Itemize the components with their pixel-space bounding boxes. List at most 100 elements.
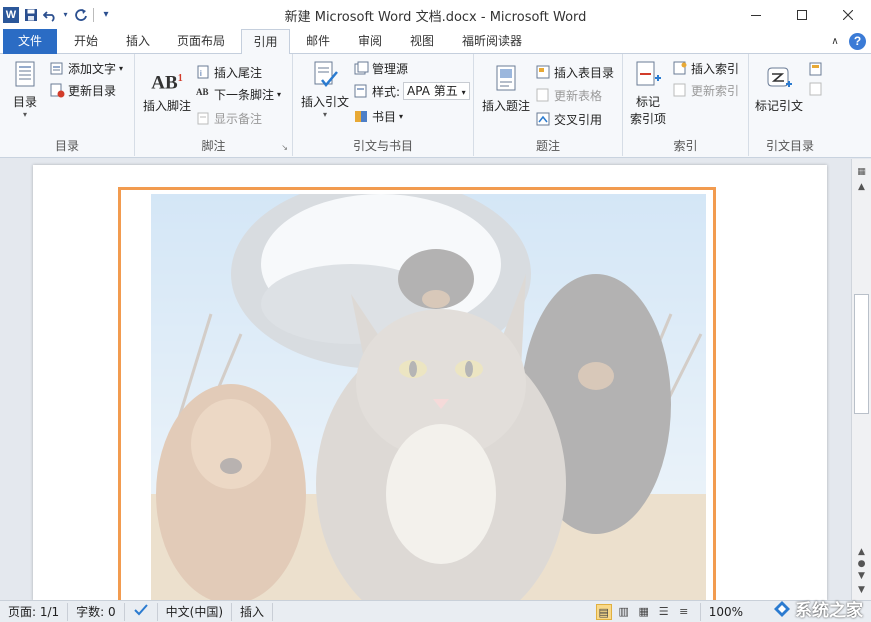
maximize-button[interactable] [779,0,825,29]
selected-picture-frame[interactable] [118,187,716,603]
reading-view-icon[interactable]: ▥ [616,604,632,620]
insert-citation-button[interactable]: 插入引文 ▾ [297,60,353,119]
insert-toa-button[interactable] [809,62,824,77]
proofing-icon[interactable] [125,602,158,621]
group-label-footnotes: 脚注 [201,139,226,153]
redo-icon[interactable] [74,8,88,22]
group-captions: 插入题注 插入表目录 更新表格 交叉引用 题注 [474,54,623,156]
tab-insert[interactable]: 插入 [116,29,160,54]
manage-sources-label: 管理源 [372,62,409,76]
print-layout-view-icon[interactable]: ▤ [595,603,612,620]
svg-text:i: i [200,69,202,78]
update-index-button[interactable]: 更新索引 [673,82,739,99]
insert-endnote-label: 插入尾注 [214,66,263,80]
references-ribbon: 目录 ▾ 添加文字 ▾ 更新目录 目录 AB1 插入脚注 i 插入尾注 AB 下… [0,54,871,158]
tab-page-layout[interactable]: 页面布局 [168,29,234,54]
manage-sources-icon [354,61,369,76]
save-icon[interactable] [24,8,38,22]
customize-toolbar-icon[interactable]: ▾ [99,8,113,22]
add-text-button[interactable]: 添加文字 ▾ [50,60,123,77]
show-notes-button[interactable]: 显示备注 [196,110,262,127]
ruler-toggle-icon[interactable]: ▦ [852,165,871,180]
insert-tof-label: 插入表目录 [554,66,615,80]
group-label-toc: 目录 [54,139,79,153]
scroll-thumb[interactable] [854,294,869,414]
insert-caption-button[interactable]: 插入题注 [478,64,534,114]
tab-file[interactable]: 文件 [3,29,57,54]
draft-view-icon[interactable]: ≡ [676,604,692,620]
insert-caption-icon [491,64,521,94]
update-toc-button[interactable]: 更新目录 [50,82,116,99]
insert-index-label: 插入索引 [691,62,740,76]
dialog-launcher-icon[interactable]: ↘ [281,143,288,152]
tab-foxit-reader[interactable]: 福昕阅读器 [452,29,532,54]
update-table-button[interactable]: 更新表格 [536,87,602,104]
ribbon-tabs: 文件 开始 插入 页面布局 引用 邮件 审阅 视图 福昕阅读器 ∧ ? [0,29,871,55]
cross-reference-icon [536,112,551,127]
tab-mailings[interactable]: 邮件 [296,29,340,54]
language-indicator[interactable]: 中文(中国) [158,602,233,621]
tab-view[interactable]: 视图 [400,29,444,54]
insert-index-button[interactable]: 插入索引 [673,60,739,77]
update-toc-icon [50,83,65,98]
undo-icon[interactable] [42,8,57,22]
update-toa-button[interactable] [809,82,824,97]
insert-mode-indicator[interactable]: 插入 [232,602,274,621]
group-label-toa: 引文目录 [765,139,814,153]
vertical-scrollbar[interactable]: ▦ ▲ ▲ ● ▼ ▼ [851,159,871,600]
scroll-up-icon[interactable]: ▲ [852,180,871,195]
insert-table-of-figures-button[interactable]: 插入表目录 [536,64,614,81]
mark-citation-button[interactable]: 标记引文 [753,64,805,114]
web-layout-view-icon[interactable]: ▦ [636,604,652,620]
group-label-citations: 引文与书目 [352,139,413,153]
show-notes-label: 显示备注 [214,112,263,126]
insert-citation-icon [310,60,340,90]
close-button[interactable] [825,0,871,29]
next-footnote-button[interactable]: AB 下一条脚注 ▾ [196,86,281,103]
inserted-photo-cat-and-dogs[interactable] [151,194,706,600]
update-toa-icon [809,82,824,97]
cross-reference-button[interactable]: 交叉引用 [536,111,602,128]
minimize-button[interactable] [733,0,779,29]
minimize-ribbon-icon[interactable]: ∧ [828,29,842,54]
style-select[interactable]: APA 第五 ▾ [403,82,470,100]
group-footnotes: AB1 插入脚注 i 插入尾注 AB 下一条脚注 ▾ 显示备注 脚注 ↘ [135,54,293,156]
add-text-label: 添加文字 [68,62,117,76]
footnote-icon: AB1 [151,72,183,94]
insert-caption-label: 插入题注 [481,99,530,113]
help-icon[interactable]: ? [849,33,866,50]
group-citations-bibliography: 插入引文 ▾ 管理源 样式: APA 第五 ▾ 书目 ▾ 引文与书目 [293,54,474,156]
undo-dropdown-icon[interactable]: ▾ [62,8,69,22]
update-index-label: 更新索引 [691,84,740,98]
next-page-icon[interactable]: ▼ [852,569,871,584]
endnote-icon: i [196,65,211,80]
cross-reference-label: 交叉引用 [554,113,603,127]
mark-entry-icon [633,60,663,90]
group-label-captions: 题注 [535,139,560,153]
page-count[interactable]: 页面: 1/1 [0,602,69,621]
view-buttons: ▤ ▥ ▦ ☰ ≡ [594,603,694,620]
chevron-down-icon: ▾ [322,110,327,119]
mark-entry-button[interactable]: 标记 索引项 [627,60,669,127]
quick-access-toolbar: W ▾ ▾ [0,0,113,29]
bibliography-button[interactable]: 书目 ▾ [354,108,403,125]
insert-index-icon [673,61,688,76]
outline-view-icon[interactable]: ☰ [656,604,672,620]
zoom-level[interactable]: 100% [699,602,751,621]
chevron-down-icon: ▾ [399,112,404,121]
watermark-logo: 系统之家 [773,596,863,621]
document-page[interactable] [33,165,827,603]
tab-references[interactable]: 引用 [241,29,290,55]
group-index: 标记 索引项 插入索引 更新索引 索引 [623,54,749,156]
manage-sources-button[interactable]: 管理源 [354,60,408,77]
word-count[interactable]: 字数: 0 [68,602,125,621]
word-app-icon[interactable]: W [3,6,19,23]
tab-home[interactable]: 开始 [64,29,108,54]
insert-endnote-button[interactable]: i 插入尾注 [196,64,262,81]
toc-button[interactable]: 目录 ▾ [6,60,44,119]
insert-footnote-button[interactable]: AB1 插入脚注 [139,64,195,114]
tab-review[interactable]: 审阅 [348,29,392,54]
next-footnote-label: 下一条脚注 [214,88,275,102]
group-table-of-contents: 目录 ▾ 添加文字 ▾ 更新目录 目录 [0,54,135,156]
status-bar: 页面: 1/1 字数: 0 中文(中国) 插入 ▤ ▥ ▦ ☰ ≡ 100% 系… [0,600,871,622]
